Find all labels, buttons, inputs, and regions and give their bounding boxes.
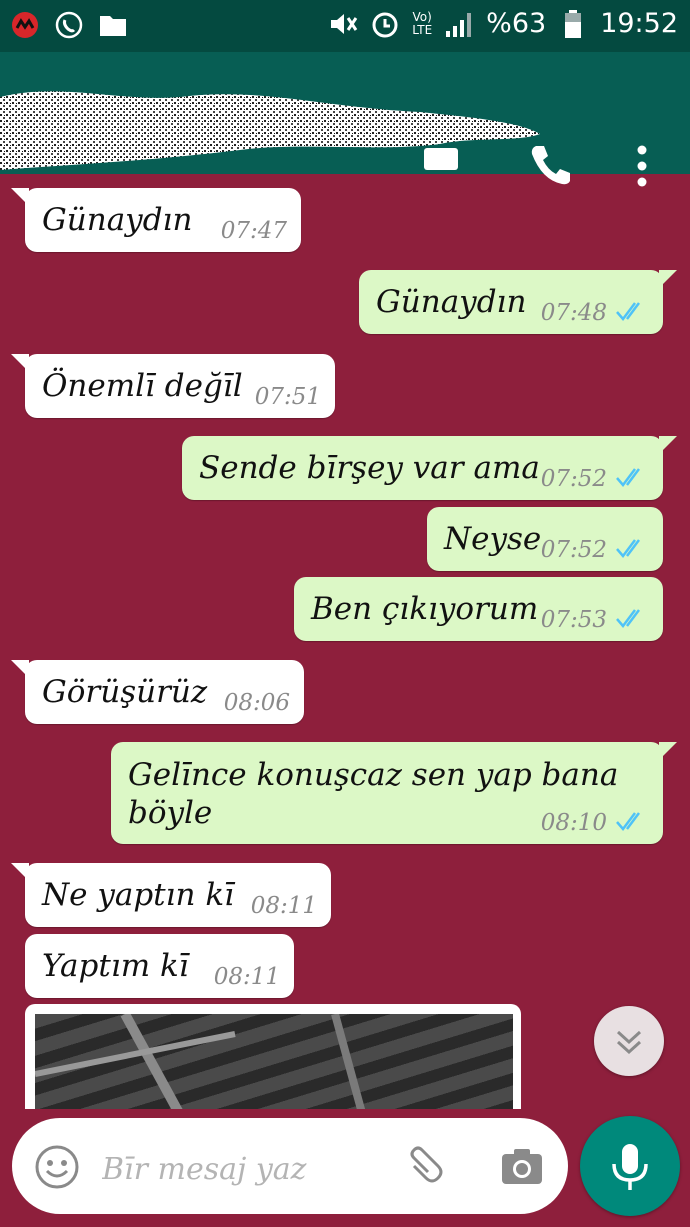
- message-time: 07:51: [254, 384, 321, 410]
- lte-label: LTE: [412, 22, 433, 37]
- attach-icon[interactable]: [402, 1144, 446, 1188]
- mic-icon: [612, 1144, 648, 1190]
- read-receipt-icon: [616, 468, 640, 487]
- chat-area[interactable]: Günaydın 07:47 Günaydın 07:48 Önemlī değ…: [0, 174, 690, 1109]
- message-text: Ben çıkıyorum: [311, 591, 539, 627]
- video-call-icon[interactable]: [424, 148, 458, 170]
- message-time: 07:52: [540, 466, 607, 492]
- message-text: Ne yaptın kī: [42, 877, 235, 913]
- message-bubble-incoming[interactable]: Yaptım kī 08:11: [25, 934, 294, 998]
- chat-header: [0, 52, 690, 187]
- image-message[interactable]: [25, 1004, 521, 1109]
- redacted-contact-name[interactable]: [0, 72, 545, 172]
- alarm-icon: [370, 9, 400, 39]
- signal-icon: [444, 9, 474, 39]
- message-text: Görüşürüz: [42, 674, 208, 710]
- message-time: 07:47: [220, 218, 287, 244]
- message-text: Önemlī değīl: [42, 368, 243, 404]
- message-time: 07:53: [540, 607, 607, 633]
- read-receipt-icon: [616, 302, 640, 321]
- message-time: 08:10: [540, 810, 607, 836]
- voice-message-button[interactable]: [580, 1116, 680, 1216]
- message-text: Yaptım kī: [42, 948, 189, 984]
- message-bubble-outgoing[interactable]: Neyse 07:52: [427, 507, 663, 571]
- message-bubble-outgoing[interactable]: Ben çıkıyorum 07:53: [294, 577, 663, 641]
- clock: 19:52: [600, 8, 678, 39]
- app-notification-icon: [10, 10, 40, 40]
- message-compose-bar: [12, 1118, 568, 1214]
- camera-icon[interactable]: [500, 1148, 544, 1186]
- read-receipt-icon: [616, 539, 640, 558]
- message-text: Günaydın: [42, 202, 193, 238]
- message-time: 08:11: [250, 893, 317, 919]
- folder-icon: [98, 10, 128, 40]
- message-text: Günaydın: [376, 284, 527, 320]
- status-bar: Vo) LTE %63 19:52: [0, 0, 690, 52]
- read-receipt-icon: [616, 812, 640, 831]
- message-time: 07:48: [540, 300, 607, 326]
- message-text: Neyse: [444, 521, 542, 557]
- battery-icon: [558, 9, 588, 39]
- photo-thumbnail[interactable]: [35, 1014, 513, 1109]
- read-receipt-icon: [616, 609, 640, 628]
- volte-label: Vo): [412, 9, 432, 24]
- emoji-icon[interactable]: [34, 1144, 80, 1190]
- scroll-to-bottom-button[interactable]: [594, 1006, 664, 1076]
- chevron-double-down-icon: [616, 1030, 642, 1055]
- whatsapp-notification-icon: [54, 10, 84, 40]
- message-time: 08:06: [223, 690, 290, 716]
- message-bubble-outgoing[interactable]: Sende bīrşey var ama 07:52: [182, 436, 677, 500]
- message-bubble-outgoing[interactable]: Günaydın 07:48: [359, 270, 677, 334]
- message-bubble-incoming[interactable]: Önemlī değīl 07:51: [11, 354, 335, 418]
- message-bubble-incoming[interactable]: Günaydın 07:47: [11, 188, 301, 252]
- message-time: 08:11: [213, 964, 280, 990]
- message-time: 07:52: [540, 537, 607, 563]
- mute-icon: [328, 9, 358, 39]
- battery-percent: %63: [486, 8, 547, 39]
- message-bubble-incoming[interactable]: Görüşürüz 08:06: [11, 660, 304, 724]
- message-input[interactable]: [100, 1146, 374, 1192]
- message-text: Sende bīrşey var ama: [199, 450, 540, 486]
- message-bubble-incoming[interactable]: Ne yaptın kī 08:11: [11, 863, 331, 927]
- message-bubble-outgoing[interactable]: Gelīnce konuşcaz sen yap bana böyle 08:1…: [111, 742, 677, 844]
- volte-icon: Vo) LTE: [412, 9, 433, 37]
